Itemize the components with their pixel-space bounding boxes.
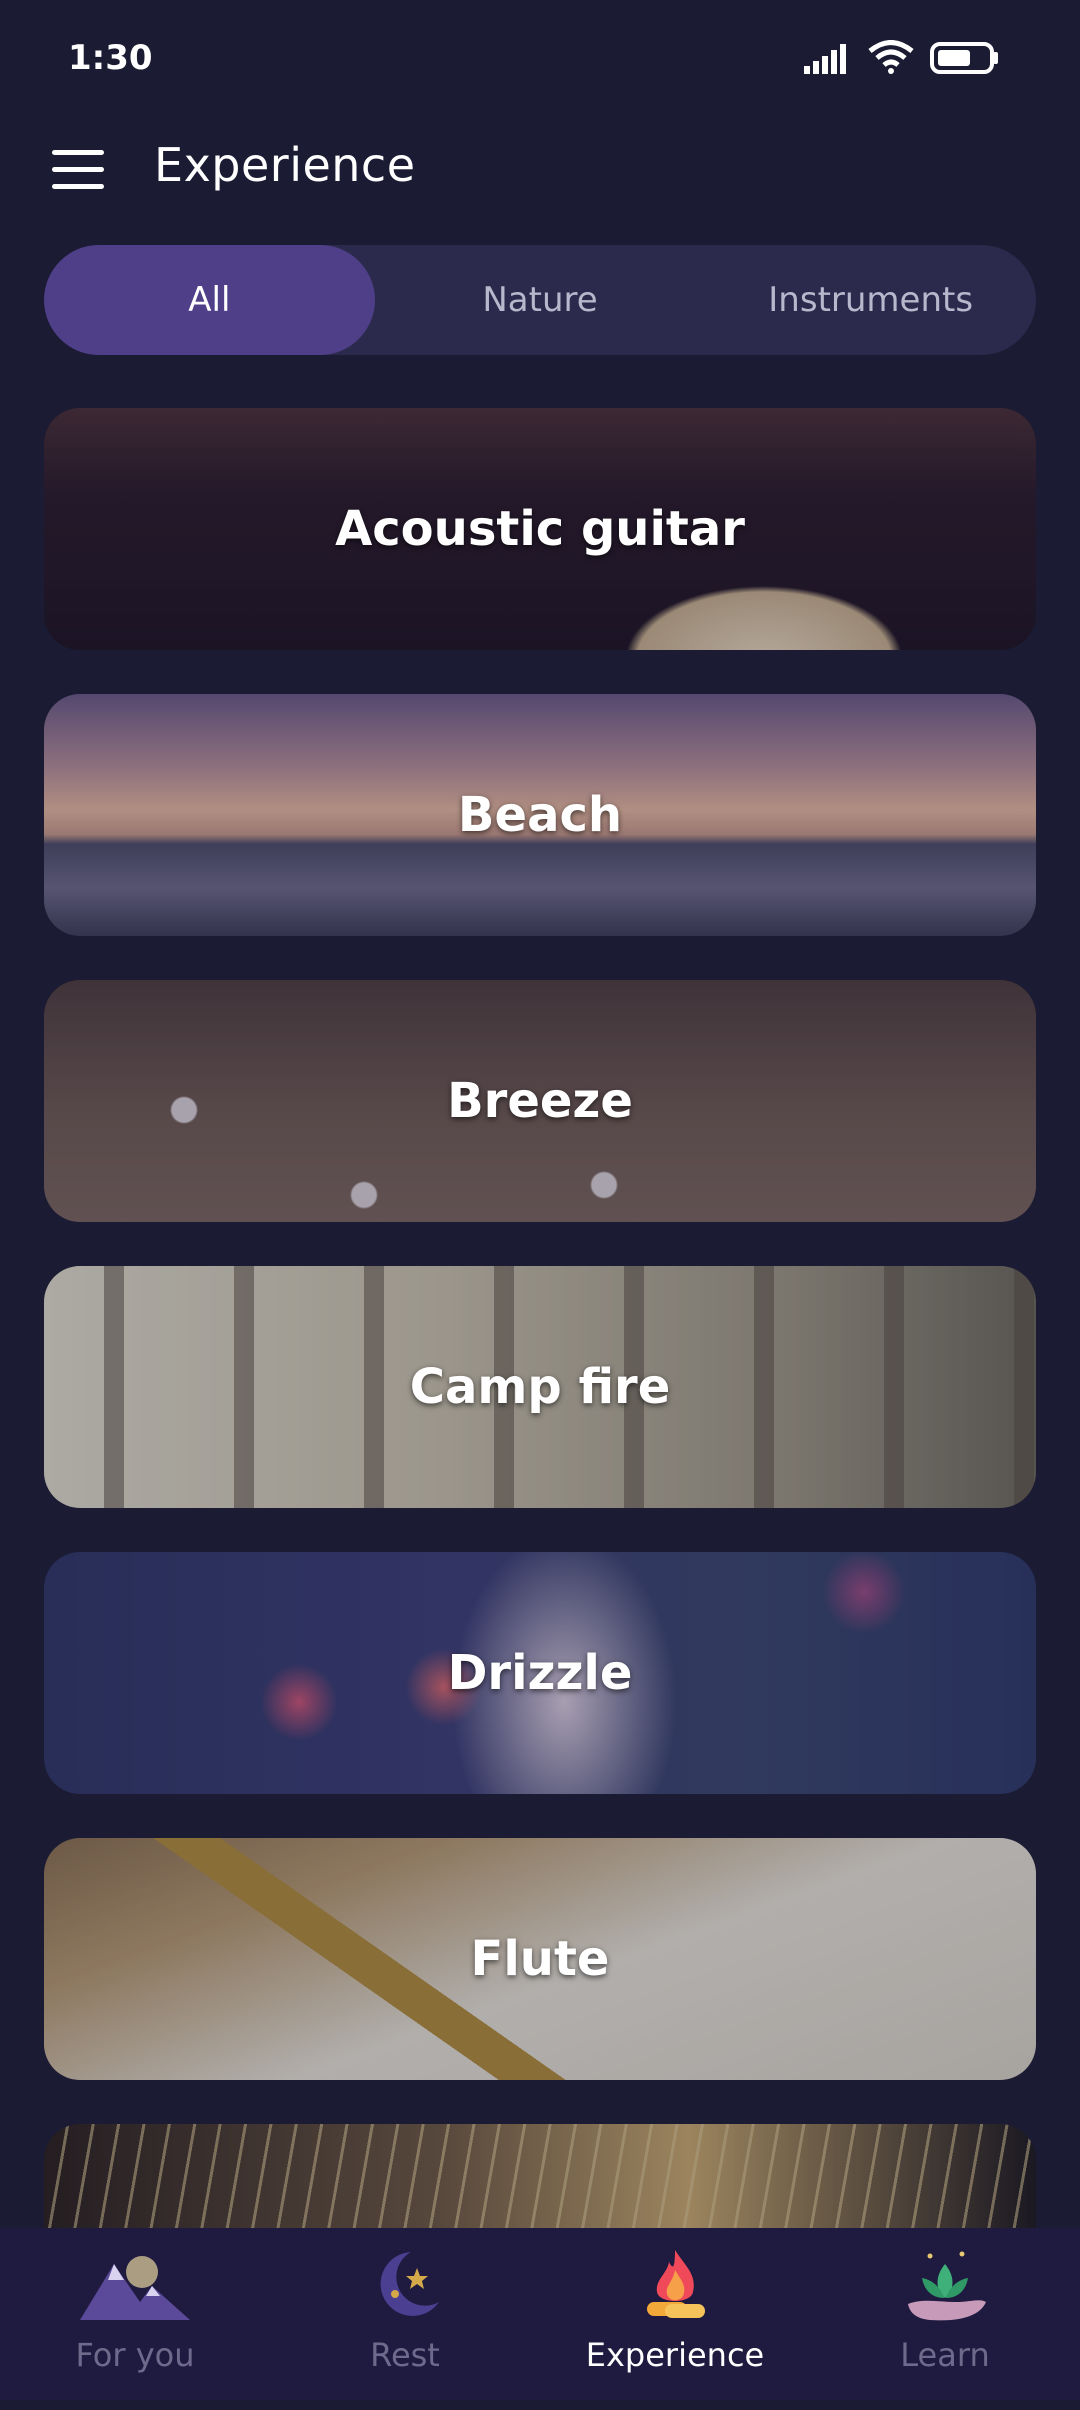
sound-list: Acoustic guitar Beach Breeze Camp fire D… xyxy=(44,408,1036,2410)
sound-card-label: Camp fire xyxy=(409,1359,671,1415)
sound-card-label: Beach xyxy=(457,787,623,843)
bottom-nav: For you Rest Experience Learn xyxy=(0,2228,1080,2400)
nav-for-you[interactable]: For you xyxy=(0,2228,270,2400)
mountains-icon xyxy=(80,2246,190,2326)
status-icons xyxy=(804,40,1000,78)
nav-learn[interactable]: Learn xyxy=(810,2228,1080,2400)
sound-card-label: Drizzle xyxy=(447,1645,633,1701)
status-time: 1:30 xyxy=(68,38,153,78)
sound-card-label: Flute xyxy=(470,1931,610,1987)
nav-label: Learn xyxy=(900,2336,990,2374)
status-bar: 1:30 xyxy=(0,0,1080,120)
moon-stars-icon xyxy=(350,2246,460,2326)
sound-card-label: Acoustic guitar xyxy=(335,501,745,557)
app-bar: Experience xyxy=(0,120,1080,220)
tab-nature[interactable]: Nature xyxy=(375,245,706,355)
page-title: Experience xyxy=(154,138,416,192)
nav-label: For you xyxy=(75,2336,195,2374)
tab-all[interactable]: All xyxy=(44,245,375,355)
sound-card-beach[interactable]: Beach xyxy=(44,694,1036,936)
nav-experience[interactable]: Experience xyxy=(540,2228,810,2400)
wifi-icon xyxy=(868,40,914,78)
sound-card-drizzle[interactable]: Drizzle xyxy=(44,1552,1036,1794)
sound-card-acoustic-guitar[interactable]: Acoustic guitar xyxy=(44,408,1036,650)
battery-icon xyxy=(930,42,1000,78)
signal-icon xyxy=(804,44,852,78)
sound-card-breeze[interactable]: Breeze xyxy=(44,980,1036,1222)
sound-card-camp-fire[interactable]: Camp fire xyxy=(44,1266,1036,1508)
sound-card-label: Breeze xyxy=(447,1073,633,1129)
nav-label: Experience xyxy=(585,2336,765,2374)
campfire-icon xyxy=(620,2246,730,2326)
tab-instruments[interactable]: Instruments xyxy=(705,245,1036,355)
hamburger-menu-icon[interactable] xyxy=(52,150,104,190)
category-filter: All Nature Instruments xyxy=(44,245,1036,355)
sound-card-flute[interactable]: Flute xyxy=(44,1838,1036,2080)
lotus-hand-icon xyxy=(890,2246,1000,2326)
nav-label: Rest xyxy=(370,2336,440,2374)
nav-rest[interactable]: Rest xyxy=(270,2228,540,2400)
